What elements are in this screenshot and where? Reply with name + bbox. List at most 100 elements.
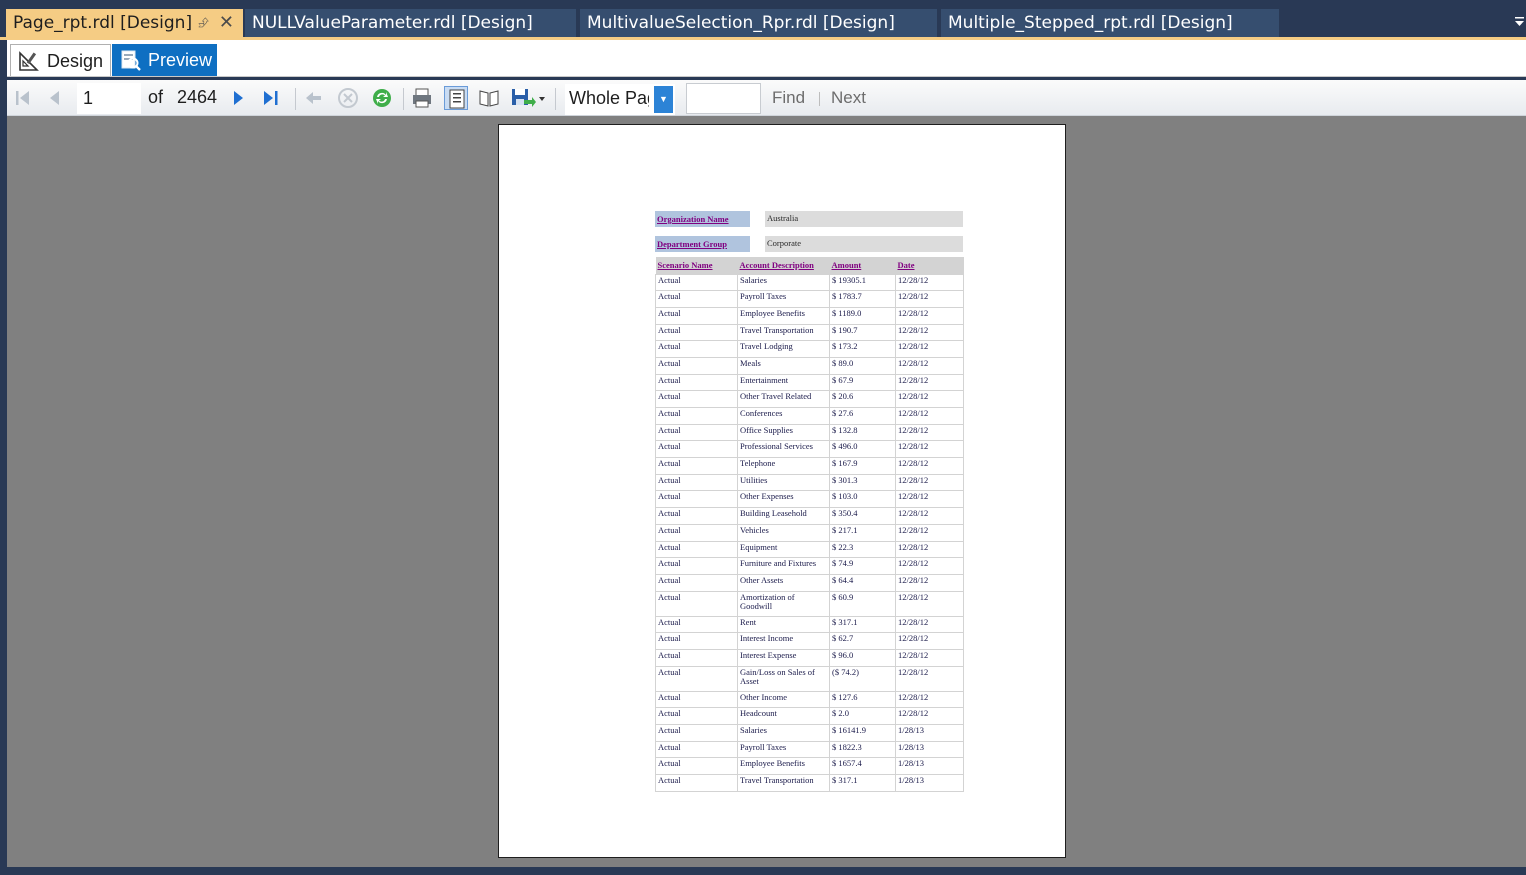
table-cell: 12/28/12 <box>895 340 964 358</box>
table-cell: Actual <box>655 423 738 442</box>
table-cell: 12/28/12 <box>895 323 964 342</box>
table-row: Actual Salaries $ 19305.1 12/28/12 <box>655 273 964 292</box>
tab-null-value-parameter[interactable]: NULLValueParameter.rdl [Design] <box>245 9 576 37</box>
tab-preview[interactable]: Preview <box>112 44 217 76</box>
table-cell: $ 190.7 <box>829 323 896 342</box>
table-row: Actual Equipment $ 22.3 12/28/12 <box>655 540 964 559</box>
table-cell: 12/28/12 <box>895 665 964 692</box>
table-cell: 12/28/12 <box>895 707 964 725</box>
table-cell: $ 16141.9 <box>829 724 896 742</box>
table-cell: 12/28/12 <box>895 507 964 525</box>
zoom-select[interactable]: Whole Page ▼ <box>565 84 675 115</box>
column-header[interactable]: Account Description <box>737 257 830 274</box>
table-cell: $ 496.0 <box>829 440 896 459</box>
table-cell: 12/28/12 <box>895 557 964 575</box>
table-cell: Actual <box>655 306 738 325</box>
table-row: Actual Office Supplies $ 132.8 12/28/12 <box>655 423 964 442</box>
tab-page-rpt[interactable]: Page_rpt.rdl [Design] ⮵ ✕ <box>6 9 243 40</box>
table-cell: 12/28/12 <box>895 523 964 542</box>
table-cell: Actual <box>655 356 738 375</box>
table-cell: 12/28/12 <box>895 273 964 292</box>
table-cell: Actual <box>655 523 738 542</box>
table-cell: Interest Expense <box>737 648 830 667</box>
back-to-parent-icon[interactable] <box>302 86 326 110</box>
table-cell: Actual <box>655 557 738 575</box>
last-page-icon[interactable] <box>259 86 283 110</box>
table-cell: 12/28/12 <box>895 540 964 559</box>
stop-icon[interactable] <box>336 86 360 110</box>
table-cell: $ 317.1 <box>829 774 896 792</box>
find-input[interactable] <box>686 83 761 114</box>
design-icon <box>18 50 40 72</box>
table-cell: $ 167.9 <box>829 457 896 475</box>
parameter-label[interactable]: Department Group <box>655 236 750 252</box>
close-icon[interactable]: ✕ <box>219 9 234 37</box>
table-cell: $ 22.3 <box>829 540 896 559</box>
tab-overflow-icon[interactable] <box>1512 11 1526 29</box>
table-cell: 12/28/12 <box>895 690 964 709</box>
table-cell: $ 62.7 <box>829 632 896 650</box>
table-cell: Utilities <box>737 473 830 492</box>
table-row: Actual Other Assets $ 64.4 12/28/12 <box>655 573 964 592</box>
tab-design[interactable]: Design <box>10 44 111 76</box>
table-row: Actual Employee Benefits $ 1189.0 12/28/12 <box>655 306 964 325</box>
column-header[interactable]: Date <box>895 257 964 274</box>
table-cell: Actual <box>655 390 738 408</box>
table-cell: Entertainment <box>737 373 830 392</box>
table-cell: $ 64.4 <box>829 573 896 592</box>
table-cell: Salaries <box>737 724 830 742</box>
chevron-down-icon[interactable]: ▼ <box>654 86 673 113</box>
table-cell: $ 74.9 <box>829 557 896 575</box>
toolbar-separator <box>403 88 404 110</box>
parameter-value: Australia <box>765 211 963 227</box>
view-switcher: Design Preview <box>7 40 1526 77</box>
table-cell: 12/28/12 <box>895 373 964 392</box>
print-icon[interactable] <box>410 86 434 110</box>
table-cell: Telephone <box>737 457 830 475</box>
table-row: Actual Interest Expense $ 96.0 12/28/12 <box>655 648 964 667</box>
table-cell: Travel Transportation <box>737 323 830 342</box>
report-preview-area[interactable]: Organization Name Australia Department G… <box>7 116 1526 867</box>
table-cell: 12/28/12 <box>895 290 964 308</box>
parameter-value: Corporate <box>765 236 963 252</box>
first-page-icon[interactable] <box>11 86 35 110</box>
page-setup-icon[interactable] <box>477 86 501 110</box>
tab-multivalue-selection[interactable]: MultivalueSelection_Rpr.rdl [Design] <box>580 9 937 37</box>
table-cell: 1/28/13 <box>895 724 964 742</box>
table-row: Actual Travel Lodging $ 173.2 12/28/12 <box>655 340 964 358</box>
table-cell: 12/28/12 <box>895 440 964 459</box>
pin-icon[interactable]: ⮵ <box>198 9 209 37</box>
column-header[interactable]: Scenario Name <box>655 257 738 274</box>
table-cell: Actual <box>655 774 738 792</box>
table-cell: Vehicles <box>737 523 830 542</box>
find-next-button[interactable]: Next <box>831 88 866 108</box>
table-row: Actual Furniture and Fixtures $ 74.9 12/28/… <box>655 557 964 575</box>
table-cell: 12/28/12 <box>895 390 964 408</box>
table-cell: $ 127.6 <box>829 690 896 709</box>
table-row: Actual Vehicles $ 217.1 12/28/12 <box>655 523 964 542</box>
table-row: Actual Other Travel Related $ 20.6 12/28/12 <box>655 390 964 408</box>
refresh-icon[interactable] <box>370 86 394 110</box>
table-cell: Actual <box>655 473 738 492</box>
table-cell: Other Income <box>737 690 830 709</box>
table-cell: Actual <box>655 490 738 509</box>
tab-multiple-stepped[interactable]: Multiple_Stepped_rpt.rdl [Design] <box>941 9 1279 37</box>
parameter-label[interactable]: Organization Name <box>655 211 750 227</box>
table-cell: Actual <box>655 648 738 667</box>
next-page-icon[interactable] <box>226 86 250 110</box>
print-layout-icon[interactable] <box>444 86 468 110</box>
find-button[interactable]: Find <box>772 88 805 108</box>
table-cell: $ 1822.3 <box>829 740 896 759</box>
tab-label: Multiple_Stepped_rpt.rdl [Design] <box>948 13 1233 33</box>
table-cell: Rent <box>737 615 830 634</box>
table-row: Actual Headcount $ 2.0 12/28/12 <box>655 707 964 725</box>
table-row: Actual Travel Transportation $ 190.7 12/28/… <box>655 323 964 342</box>
column-header[interactable]: Amount <box>829 257 896 274</box>
table-cell: $ 1189.0 <box>829 306 896 325</box>
table-row: Actual Employee Benefits $ 1657.4 1/28/13 <box>655 757 964 776</box>
toolbar-separator <box>555 88 556 110</box>
previous-page-icon[interactable] <box>43 86 67 110</box>
export-icon[interactable] <box>510 86 546 110</box>
table-cell: 1/28/13 <box>895 740 964 759</box>
page-number-input[interactable] <box>77 83 141 114</box>
